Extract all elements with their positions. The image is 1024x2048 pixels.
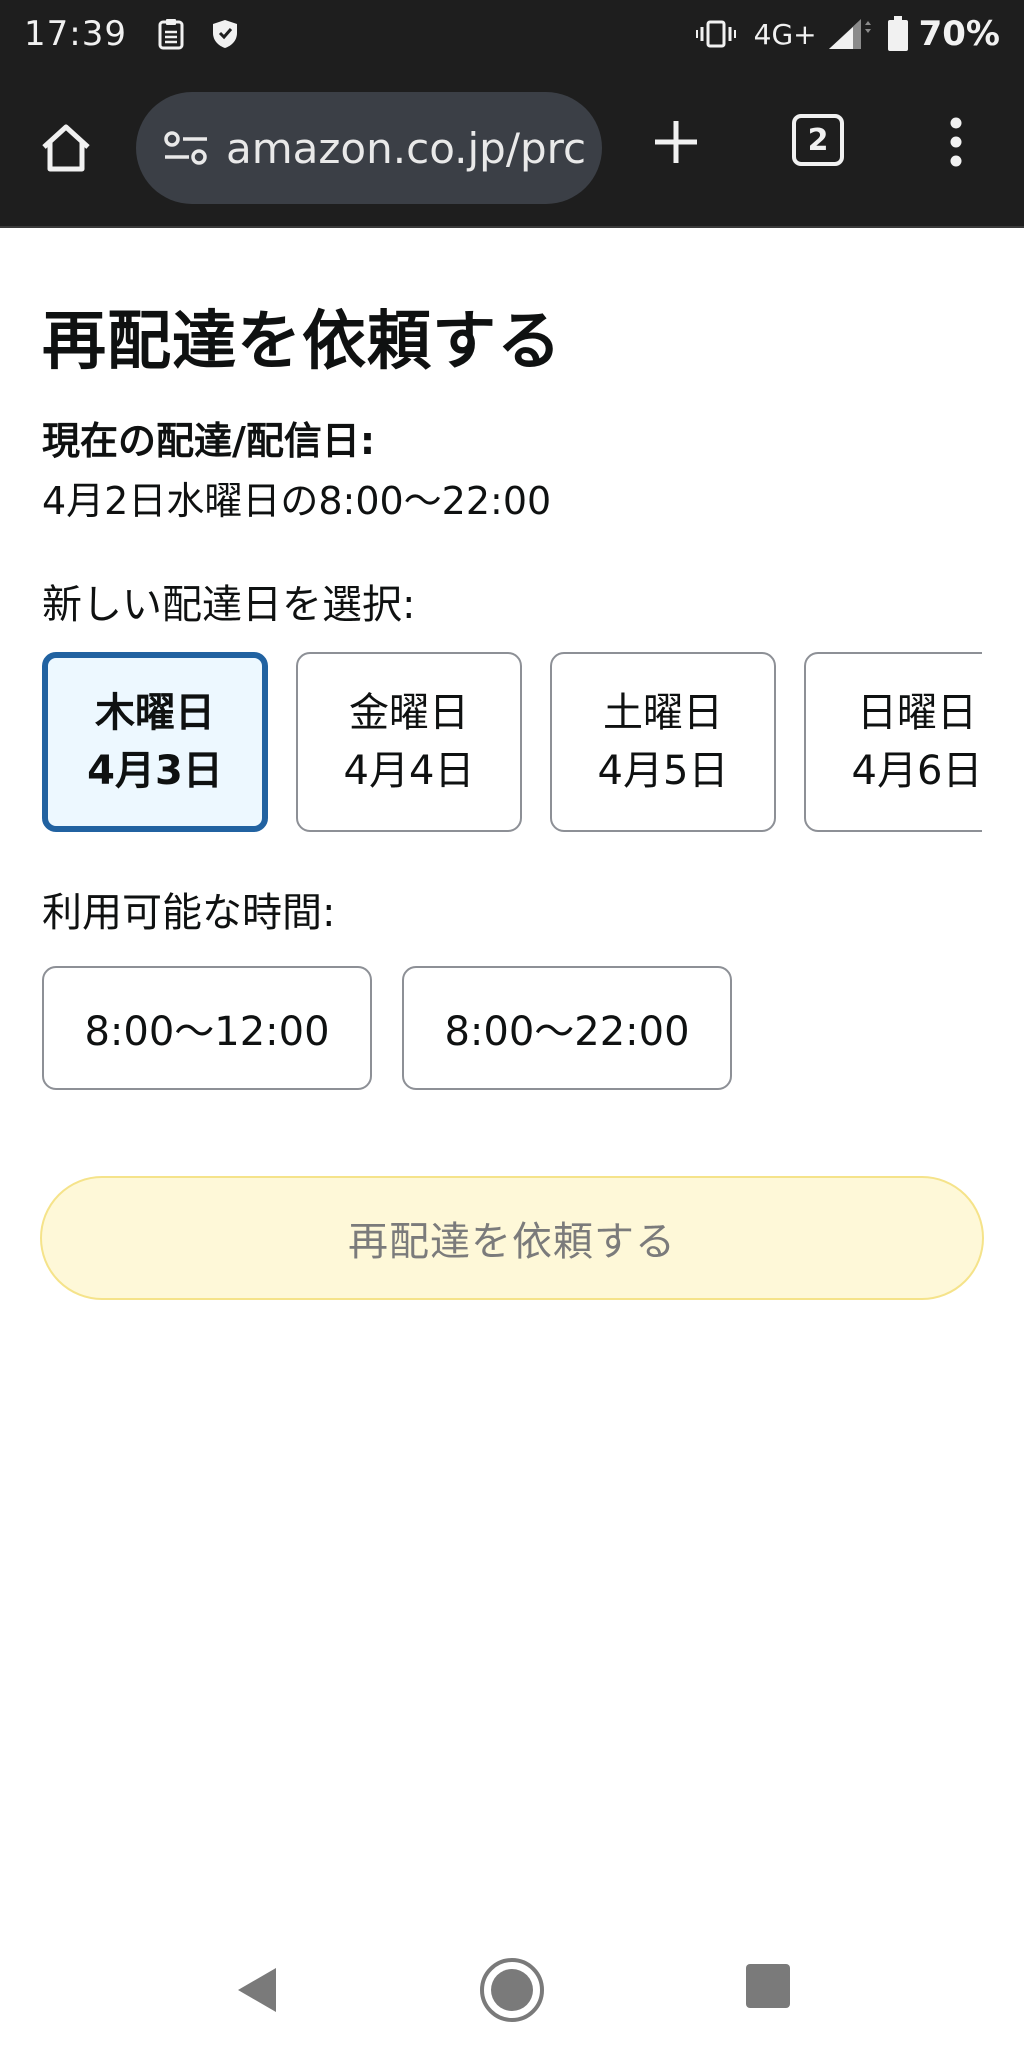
address-bar[interactable]: amazon.co.jp/prc [136,92,602,204]
signal-icon [827,17,871,51]
current-delivery-label: 現在の配達/配信日: [42,419,376,463]
date-option-day: 木曜日 [95,690,215,736]
battery-icon [887,16,909,52]
more-vert-icon [950,117,962,167]
home-icon [42,124,90,172]
date-option-apr4[interactable]: 金曜日 4月4日 [296,652,522,832]
time-slot-allday[interactable]: 8:00〜22:00 [402,966,732,1090]
current-delivery-value: 4月2日水曜日の8:00〜22:00 [42,479,552,523]
available-time-label: 利用可能な時間: [42,890,336,936]
shield-icon [211,18,239,50]
status-time: 17:39 [24,14,127,54]
home-circle-icon[interactable] [478,1956,546,2024]
tab-switcher-button[interactable]: 2 [792,114,844,166]
date-option-day: 日曜日 [857,690,977,736]
recents-icon[interactable] [746,1964,790,2008]
url-text[interactable]: amazon.co.jp/prc [226,124,586,173]
status-bar: 17:39 4G+ 70% [0,0,1024,68]
site-settings-icon[interactable] [160,122,212,174]
new-tab-button[interactable] [646,112,706,172]
date-option-date: 4月4日 [343,748,475,794]
page-title: 再配達を依頼する [42,305,562,379]
select-date-label: 新しい配達日を選択: [42,582,416,628]
date-option-day: 土曜日 [603,690,723,736]
date-option-apr3[interactable]: 木曜日 4月3日 [42,652,268,832]
date-option-date: 4月6日 [851,748,982,794]
date-option-day: 金曜日 [349,690,469,736]
back-icon[interactable] [228,1960,288,2020]
network-type: 4G+ [753,17,817,51]
time-slot-morning[interactable]: 8:00〜12:00 [42,966,372,1090]
battery-percentage: 70% [918,14,1000,54]
browser-toolbar: amazon.co.jp/prc 2 [0,68,1024,228]
clipboard-icon [157,18,185,50]
vibrate-icon [695,19,736,49]
date-option-date: 4月5日 [597,748,729,794]
date-option-apr6[interactable]: 日曜日 4月6日 [804,652,982,832]
date-option-date: 4月3日 [87,748,223,794]
date-selector: 木曜日 4月3日 金曜日 4月4日 土曜日 4月5日 日曜日 4月6日 [42,652,982,834]
overflow-menu-button[interactable] [936,110,976,174]
system-nav-bar [0,1940,1024,2048]
request-redelivery-button[interactable]: 再配達を依頼する [40,1176,984,1300]
home-button[interactable] [34,116,98,180]
date-option-apr5[interactable]: 土曜日 4月5日 [550,652,776,832]
plus-icon [655,121,697,163]
